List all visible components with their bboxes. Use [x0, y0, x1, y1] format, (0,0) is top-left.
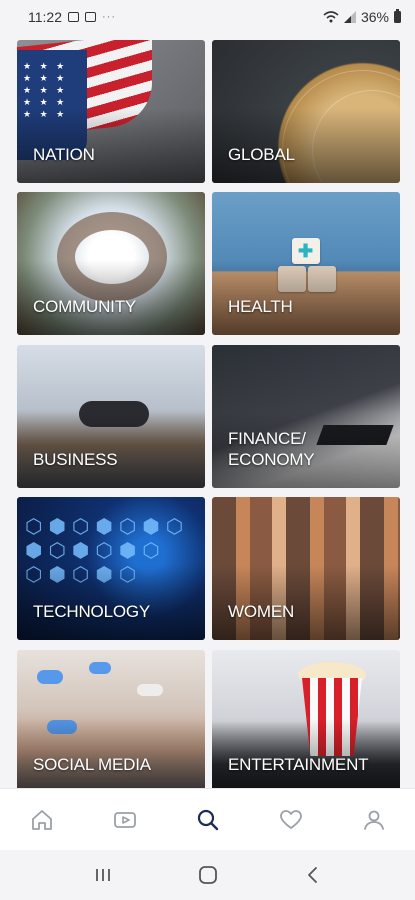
category-tile-business[interactable]: BUSINESS — [17, 345, 205, 488]
wifi-icon — [323, 11, 339, 23]
nav-profile-button[interactable] — [352, 800, 396, 840]
status-right: 36% — [323, 9, 401, 25]
heart-icon — [279, 809, 302, 829]
category-grid: ★ ★ ★ ★ ★ ★ ★ ★ ★ ★ ★ ★ ★ ★ ★ NATION GLO… — [0, 34, 415, 788]
category-label: FINANCE/ ECONOMY — [228, 429, 315, 469]
profile-icon — [363, 810, 384, 830]
status-bar: 11:22 ··· 36% — [0, 0, 415, 34]
battery-percent: 36% — [360, 9, 389, 25]
category-label: ENTERTAINMENT — [228, 755, 369, 774]
media-notification-icon — [85, 12, 96, 22]
nav-video-button[interactable] — [103, 800, 147, 840]
more-notifications-icon: ··· — [102, 11, 116, 23]
status-time: 11:22 — [28, 9, 62, 25]
bottom-nav — [0, 788, 415, 850]
system-home-button[interactable] — [188, 860, 228, 890]
category-label: HEALTH — [228, 297, 293, 316]
signal-icon — [343, 11, 356, 23]
category-label: WOMEN — [228, 602, 295, 621]
category-tile-finance-economy[interactable]: FINANCE/ ECONOMY — [212, 345, 400, 488]
category-label: NATION — [33, 145, 95, 164]
nav-home-button[interactable] — [20, 800, 64, 840]
category-label: COMMUNITY — [33, 297, 137, 316]
category-tile-women[interactable]: WOMEN — [212, 497, 400, 640]
tile-overlay — [212, 718, 400, 788]
chat-bubble-image — [89, 662, 111, 674]
battery-icon — [394, 9, 401, 23]
home-icon — [31, 809, 52, 830]
nav-favorites-button[interactable] — [269, 800, 313, 840]
category-tile-social-media[interactable]: SOCIAL MEDIA — [17, 650, 205, 788]
back-icon — [307, 867, 317, 883]
chat-bubble-image — [37, 670, 63, 684]
category-label: SOCIAL MEDIA — [33, 755, 151, 774]
chat-bubble-image — [137, 684, 163, 696]
recents-button[interactable] — [83, 860, 123, 890]
status-left: 11:22 ··· — [28, 9, 116, 25]
category-label: BUSINESS — [33, 450, 118, 469]
home-square-icon — [198, 866, 217, 884]
tile-overlay — [17, 718, 205, 788]
gallery-notification-icon — [68, 12, 79, 22]
category-tile-community[interactable]: COMMUNITY — [17, 192, 205, 335]
category-tile-entertainment[interactable]: ENTERTAINMENT — [212, 650, 400, 788]
medical-cross-icon: ✚ — [298, 241, 314, 261]
category-tile-nation[interactable]: ★ ★ ★ ★ ★ ★ ★ ★ ★ ★ ★ ★ ★ ★ ★ NATION — [17, 40, 205, 183]
category-label: TECHNOLOGY — [33, 602, 151, 621]
system-back-button[interactable] — [293, 860, 333, 890]
android-system-nav — [0, 850, 415, 900]
category-tile-global[interactable]: GLOBAL — [212, 40, 400, 183]
nav-search-button[interactable] — [186, 800, 230, 840]
recents-icon — [95, 869, 110, 881]
category-label: GLOBAL — [228, 145, 295, 164]
video-play-icon — [113, 811, 136, 828]
search-icon — [197, 809, 218, 830]
category-tile-health[interactable]: ✚ HEALTH — [212, 192, 400, 335]
category-tile-technology[interactable]: ⬡⬢⬡⬢⬡⬢⬡ ⬢⬡⬢⬡⬢⬡ ⬡⬢⬡⬢⬡ TECHNOLOGY — [17, 497, 205, 640]
